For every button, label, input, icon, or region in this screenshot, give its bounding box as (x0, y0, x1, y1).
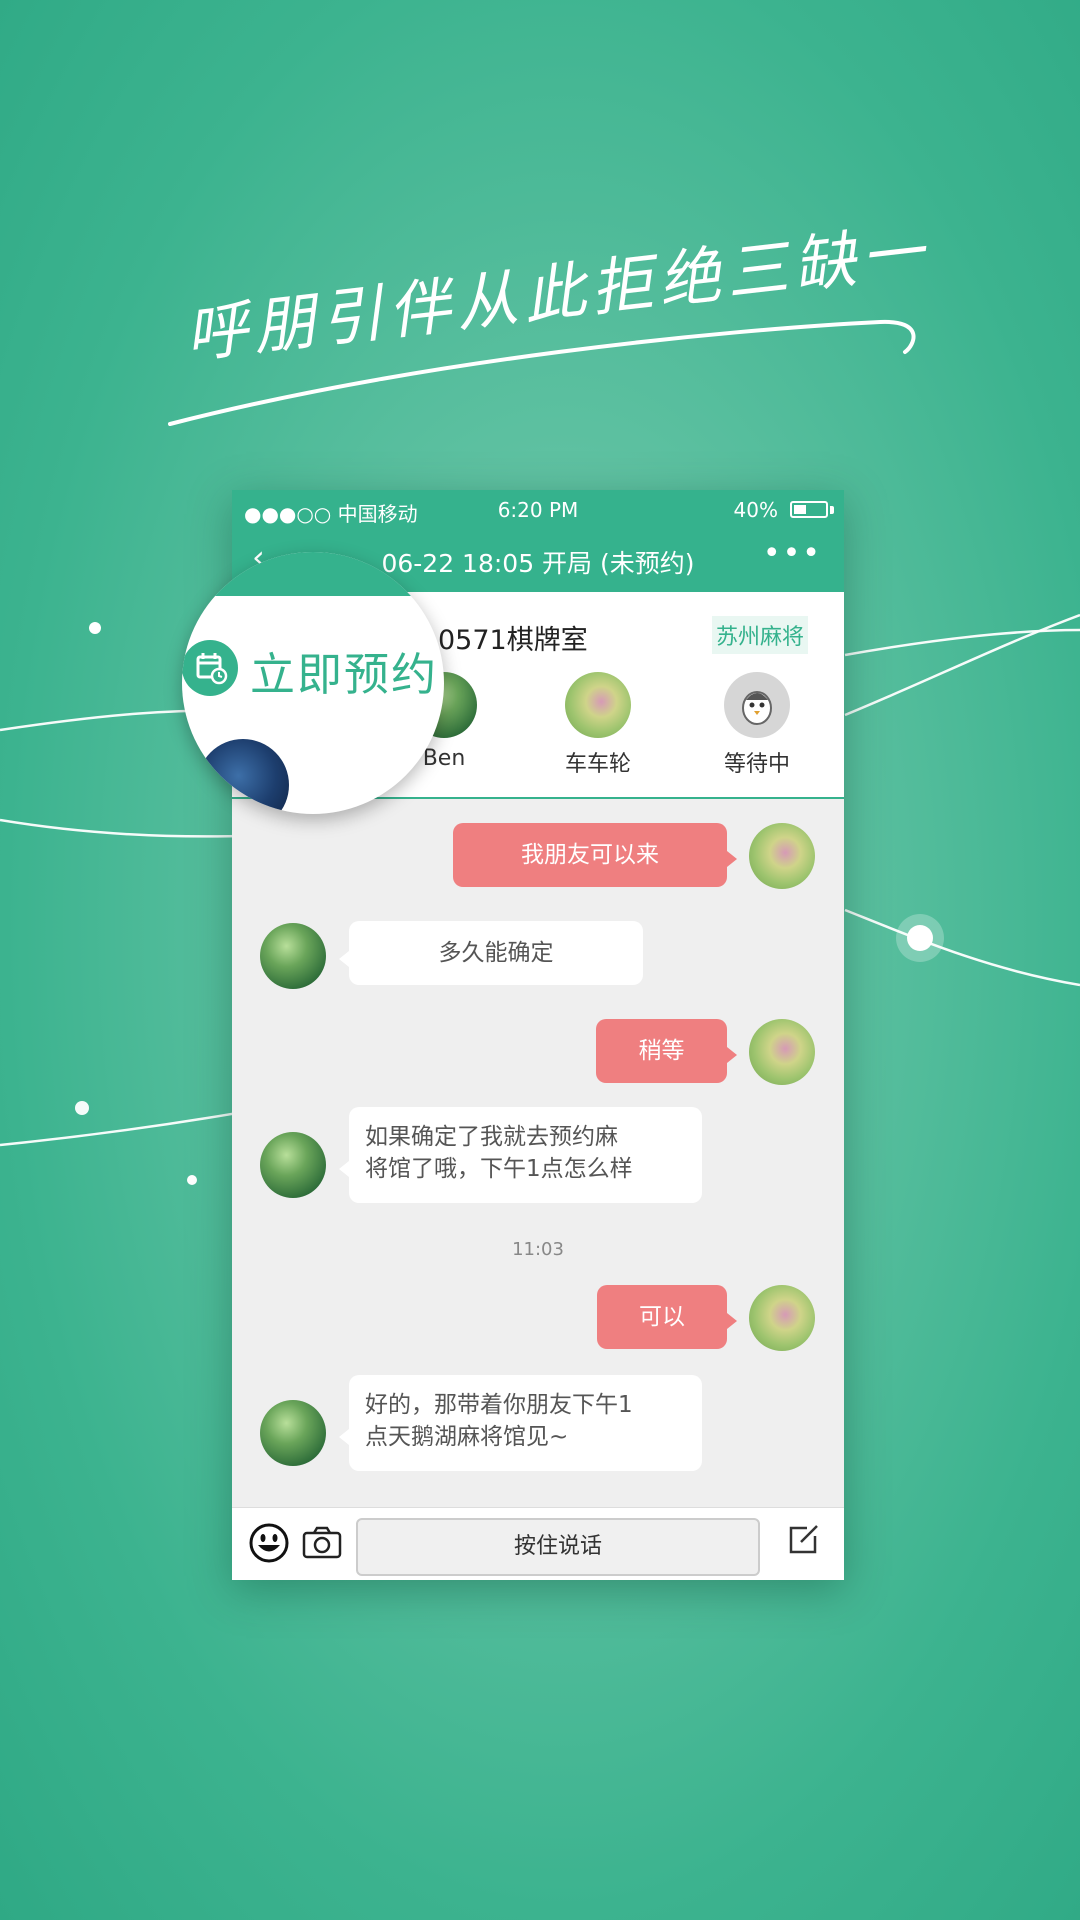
message-bubble[interactable]: 如果确定了我就去预约麻 将馆了哦，下午1点怎么样 (349, 1107, 702, 1203)
bubble-tail (339, 1161, 349, 1177)
message-incoming: 好的，那带着你朋友下午1 点天鹅湖麻将馆见~ (232, 1367, 844, 1477)
message-bubble[interactable]: 好的，那带着你朋友下午1 点天鹅湖麻将馆见~ (349, 1375, 702, 1471)
battery-icon (790, 501, 828, 518)
message-bubble[interactable]: 多久能确定 (349, 921, 643, 985)
calendar-icon[interactable] (182, 640, 238, 696)
bubble-tail (339, 1429, 349, 1445)
battery-nub (830, 506, 834, 514)
message-outgoing: 可以 (232, 1263, 844, 1351)
bubble-tail (727, 1047, 737, 1063)
bubble-tail (727, 1313, 737, 1329)
message-line: 将馆了哦，下午1点怎么样 (365, 1156, 633, 1182)
game-tag[interactable]: 苏州麻将 (711, 616, 808, 654)
avatar[interactable] (749, 1285, 815, 1351)
member-name: 等待中 (723, 752, 790, 777)
avatar[interactable] (260, 1132, 326, 1198)
book-now-button[interactable]: 立即预约 (250, 638, 438, 703)
avatar[interactable] (749, 1019, 815, 1085)
more-dots-icon[interactable]: ••• (763, 536, 822, 571)
message-incoming: 如果确定了我就去预约麻 将馆了哦，下午1点怎么样 (232, 1099, 844, 1209)
member-waiting[interactable]: 等待中 (697, 672, 817, 778)
message-bubble[interactable]: 可以 (597, 1285, 727, 1349)
member-chechelun[interactable]: 车车轮 (538, 672, 658, 778)
avatar[interactable] (260, 923, 326, 989)
status-bar: ●●●○○ 中国移动 6:20 PM 40% (232, 490, 844, 530)
member-name: Ben (422, 746, 466, 771)
message-line: 如果确定了我就去预约麻 (365, 1124, 618, 1150)
bubble-tail (339, 951, 349, 967)
member-name: 车车轮 (564, 752, 631, 777)
message-timestamp: 11:03 (512, 1239, 564, 1260)
magnifier-topbar (182, 552, 444, 596)
avatar[interactable] (260, 1400, 326, 1466)
avatar (197, 739, 289, 814)
waiting-avatar-icon (724, 672, 790, 738)
edit-icon[interactable] (787, 1522, 821, 1560)
avatar[interactable] (749, 823, 815, 889)
battery-percent: 40% (733, 498, 778, 522)
hold-to-talk-button[interactable]: 按住说话 (356, 1518, 760, 1576)
message-incoming: 多久能确定 (232, 899, 844, 989)
message-bubble[interactable]: 我朋友可以来 (453, 823, 727, 887)
message-outgoing: 稍等 (232, 997, 844, 1085)
slogan: 呼朋引伴从此拒绝三缺一 (181, 215, 945, 425)
emoji-icon[interactable] (248, 1522, 290, 1568)
camera-icon[interactable] (302, 1524, 342, 1564)
message-line: 点天鹅湖麻将馆见~ (365, 1424, 569, 1450)
room-name: 0571棋牌室 (438, 625, 588, 656)
message-bubble[interactable]: 稍等 (596, 1019, 727, 1083)
magnifier-callout: 立即预约 (182, 552, 444, 814)
bubble-tail (727, 851, 737, 867)
avatar (565, 672, 631, 738)
message-line: 好的，那带着你朋友下午1 (365, 1392, 633, 1418)
input-bar: 按住说话 (232, 1507, 844, 1580)
